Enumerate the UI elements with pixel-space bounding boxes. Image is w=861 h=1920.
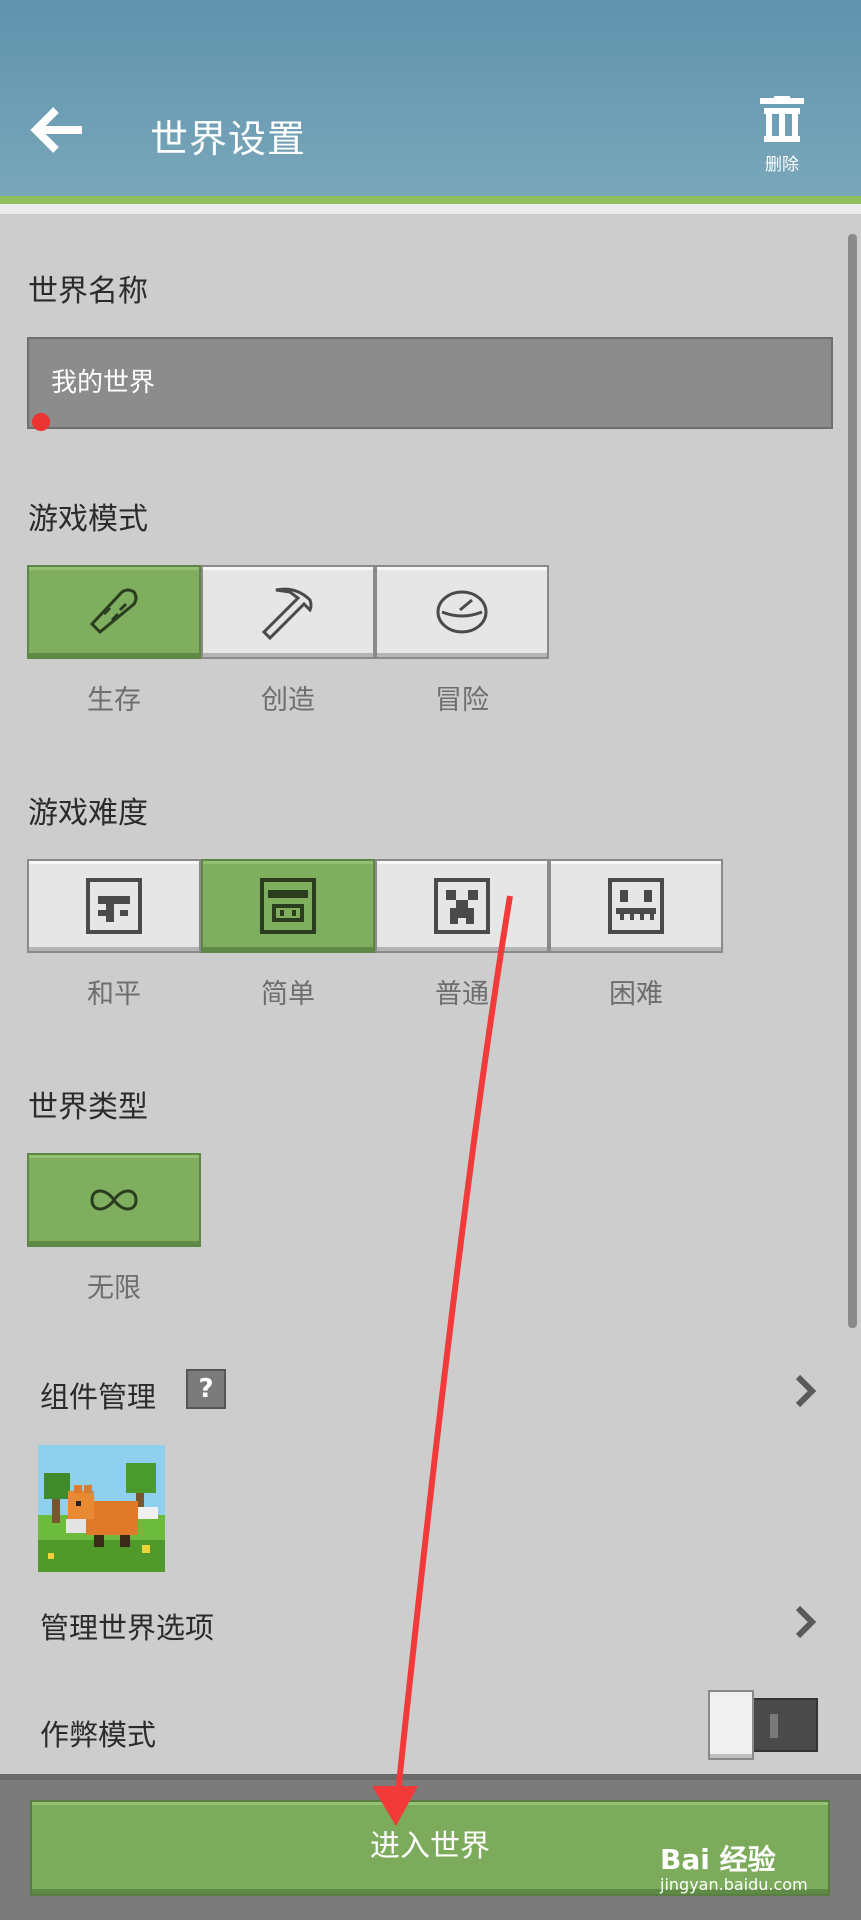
world-type-infinite-label: 无限 [87, 1273, 141, 1304]
game-mode-label: 游戏模式 [28, 502, 148, 537]
back-button[interactable] [28, 100, 88, 160]
world-name-input[interactable]: 我的世界 [27, 337, 833, 429]
game-mode-creative-button[interactable] [201, 565, 375, 659]
footer-divider [0, 1774, 861, 1780]
resource-pack-thumbnail[interactable] [38, 1445, 165, 1572]
game-mode-adventure-label: 冒险 [435, 685, 489, 716]
game-mode-creative-label: 创造 [261, 685, 315, 716]
compass-icon [436, 590, 488, 634]
world-type-infinite-button[interactable] [27, 1153, 201, 1247]
chevron-right-icon[interactable] [792, 1371, 820, 1411]
watermark-url: jingyan.baidu.com [660, 1875, 808, 1894]
creeper-face-icon [434, 878, 490, 934]
world-name-label: 世界名称 [28, 274, 148, 309]
difficulty-normal-label: 普通 [435, 979, 489, 1010]
page-title: 世界设置 [150, 117, 307, 161]
delete-label: 删除 [765, 155, 799, 175]
difficulty-normal-button[interactable] [375, 859, 549, 953]
header-divider-light [0, 204, 861, 214]
pickaxe-icon [261, 587, 313, 641]
peaceful-face-icon [86, 878, 142, 934]
difficulty-hard-label: 困难 [609, 979, 663, 1010]
world-type-label: 世界类型 [28, 1090, 148, 1125]
difficulty-easy-button[interactable] [201, 859, 375, 953]
difficulty-hard-button[interactable] [549, 859, 723, 953]
cheats-label: 作弊模式 [40, 1718, 157, 1752]
trash-icon [760, 96, 804, 142]
addons-label[interactable]: 组件管理 [40, 1374, 156, 1416]
cheats-toggle[interactable] [708, 1690, 824, 1762]
game-mode-survival-button[interactable] [27, 565, 201, 659]
scrollbar[interactable] [848, 234, 857, 1328]
difficulty-label: 游戏难度 [28, 796, 148, 831]
ghast-face-icon [608, 878, 664, 934]
bread-icon [89, 588, 138, 635]
game-mode-survival-label: 生存 [87, 685, 141, 716]
infinity-icon [90, 1189, 138, 1211]
header-divider [0, 196, 861, 204]
toggle-knob [708, 1690, 754, 1760]
difficulty-peaceful-label: 和平 [87, 979, 141, 1010]
header-bar [0, 0, 861, 200]
watermark-brand: Bai 经验 [660, 1843, 776, 1876]
help-icon[interactable]: ? [186, 1369, 226, 1409]
pig-face-icon [260, 878, 316, 934]
manage-world-options-label[interactable]: 管理世界选项 [40, 1605, 214, 1647]
chevron-right-icon[interactable] [792, 1602, 820, 1642]
delete-button[interactable]: 删除 [752, 96, 812, 176]
back-arrow-icon [30, 107, 82, 153]
game-mode-adventure-button[interactable] [375, 565, 549, 659]
touch-indicator-dot [32, 413, 50, 431]
toggle-track [748, 1698, 818, 1752]
difficulty-easy-label: 简单 [261, 979, 315, 1010]
difficulty-peaceful-button[interactable] [27, 859, 201, 953]
toggle-notch [770, 1714, 778, 1738]
